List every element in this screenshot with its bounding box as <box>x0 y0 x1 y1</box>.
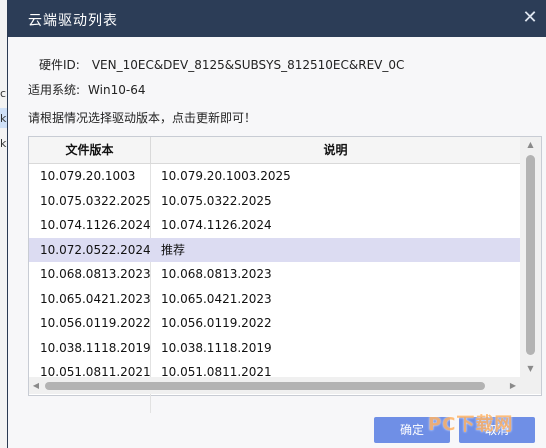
description-cell: 10.068.0813.2023 <box>161 267 272 281</box>
driver-table: 文件版本 说明 10.079.20.1003 10.079.20.1003.20… <box>28 136 542 413</box>
description-cell: 10.075.0322.2025 <box>161 193 272 208</box>
table-row[interactable]: 10.074.1126.2024 10.074.1126.2024 <box>29 213 520 238</box>
os-value: Win10-64 <box>88 83 146 97</box>
description-cell: 10.065.0421.2023 <box>161 291 272 306</box>
hardware-id-line: 硬件ID: VEN_10EC&DEV_8125&SUBSYS_812510EC&R… <box>28 56 404 73</box>
description-cell: 10.056.0119.2022 <box>161 316 272 330</box>
os-line: 适用系统: Win10-64 <box>28 81 145 98</box>
title-bar: 云端驱动列表 ✕ <box>8 0 546 37</box>
version-cell: 10.075.0322.2025 <box>40 193 151 208</box>
horizontal-scrollbar[interactable]: ◀ ▶ <box>29 377 520 394</box>
close-icon[interactable]: ✕ <box>520 8 540 28</box>
description-cell: 10.038.1118.2019 <box>161 340 272 355</box>
table-row[interactable]: 10.079.20.1003 10.079.20.1003.2025 <box>29 164 520 189</box>
description-cell: 推荐 <box>161 242 186 257</box>
table-row-selected[interactable]: 10.072.0522.2024 推荐 <box>29 237 520 262</box>
background-text: k <box>0 112 7 125</box>
version-cell: 10.065.0421.2023 <box>40 291 151 306</box>
scrollbar-corner <box>520 377 541 394</box>
table-row[interactable]: 10.068.0813.2023 10.068.0813.2023 <box>29 262 520 287</box>
table-body: 10.079.20.1003 10.079.20.1003.2025 10.07… <box>29 164 520 413</box>
table-row[interactable]: 10.065.0421.2023 10.065.0421.2023 <box>29 287 520 312</box>
version-cell: 10.068.0813.2023 <box>40 267 151 281</box>
hardware-id-value: VEN_10EC&DEV_8125&SUBSYS_812510EC&REV_0C <box>91 58 405 72</box>
column-header-version[interactable]: 文件版本 <box>29 137 151 163</box>
background-text: c <box>0 87 7 100</box>
os-label: 适用系统: <box>28 83 81 97</box>
scroll-up-arrow-icon[interactable]: ▲ <box>520 137 541 153</box>
scroll-right-arrow-icon[interactable]: ▶ <box>506 377 520 394</box>
dialog-title: 云端驱动列表 <box>28 13 118 29</box>
table-row[interactable]: 10.038.1118.2019 10.038.1118.2019 <box>29 336 520 361</box>
description-cell: 10.079.20.1003.2025 <box>161 169 291 183</box>
scroll-left-arrow-icon[interactable]: ◀ <box>29 377 43 394</box>
watermark-logo: PC下载网 <box>428 414 514 435</box>
version-cell: 10.072.0522.2024 <box>40 242 151 257</box>
table-header: 文件版本 说明 <box>29 137 520 164</box>
vertical-scrollbar[interactable]: ▲ ▼ <box>520 137 541 377</box>
version-cell: 10.079.20.1003 <box>40 169 136 183</box>
column-header-description[interactable]: 说明 <box>151 137 520 163</box>
horizontal-scroll-thumb[interactable] <box>45 382 485 390</box>
table-row[interactable]: 10.075.0322.2025 10.075.0322.2025 <box>29 189 520 214</box>
hardware-id-label: 硬件ID: <box>39 58 80 72</box>
vertical-scroll-thumb[interactable] <box>526 155 535 355</box>
version-cell: 10.038.1118.2019 <box>40 340 151 355</box>
scroll-down-arrow-icon[interactable]: ▼ <box>520 361 541 377</box>
version-cell: 10.056.0119.2022 <box>40 316 151 330</box>
table-row[interactable]: 10.056.0119.2022 10.056.0119.2022 <box>29 311 520 336</box>
driver-list-dialog: 云端驱动列表 ✕ 硬件ID: VEN_10EC&DEV_8125&SUBSYS_8… <box>8 0 546 448</box>
instruction-text: 请根据情况选择驱动版本，点击更新即可！ <box>28 111 257 125</box>
background-text: k <box>0 137 7 150</box>
version-cell: 10.074.1126.2024 <box>40 218 151 232</box>
description-cell: 10.074.1126.2024 <box>161 218 272 232</box>
